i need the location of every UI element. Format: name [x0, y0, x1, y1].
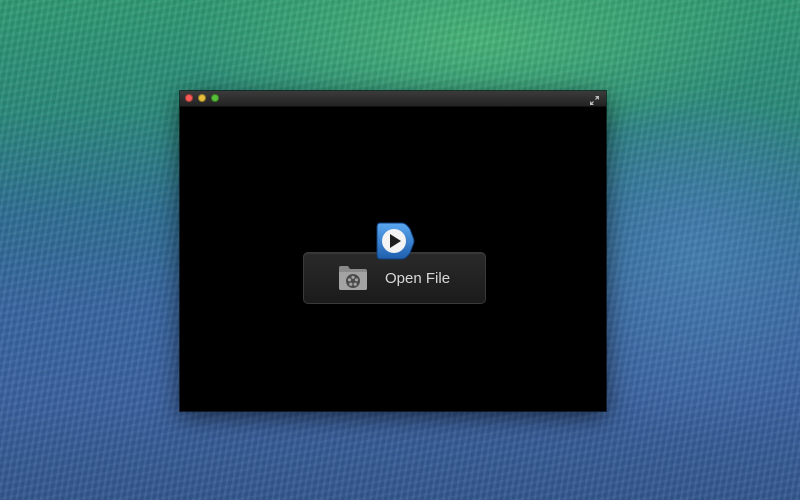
fullscreen-arrows-icon[interactable] [589, 93, 600, 105]
window-titlebar[interactable] [180, 91, 606, 107]
minimize-window-button[interactable] [198, 94, 206, 102]
open-file-label: Open File [385, 270, 451, 287]
zoom-window-button[interactable] [211, 94, 219, 102]
video-area[interactable]: Open File [180, 107, 606, 411]
folder-film-icon [337, 264, 369, 292]
player-window: Open File [180, 91, 606, 411]
close-window-button[interactable] [185, 94, 193, 102]
play-icon [372, 219, 416, 263]
